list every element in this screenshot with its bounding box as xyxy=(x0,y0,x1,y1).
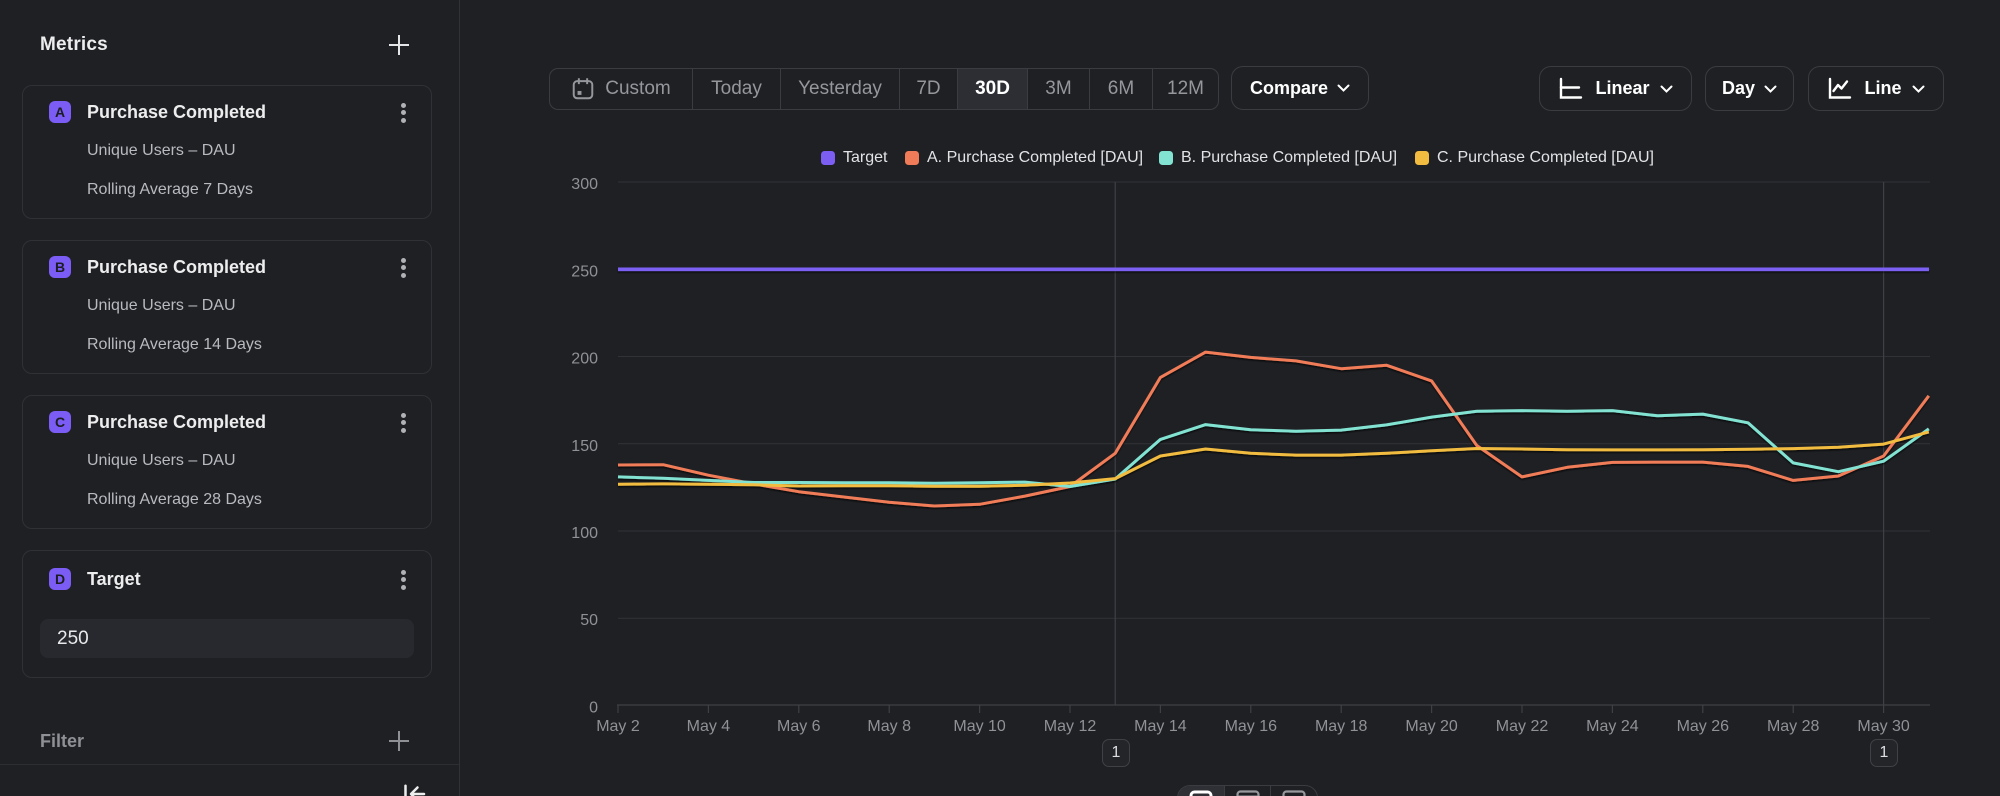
svg-text:150: 150 xyxy=(571,438,598,455)
svg-text:May 12: May 12 xyxy=(1044,718,1097,735)
svg-text:300: 300 xyxy=(571,176,598,193)
svg-text:May 22: May 22 xyxy=(1496,718,1549,735)
svg-text:May 30: May 30 xyxy=(1857,718,1910,735)
svg-text:May 6: May 6 xyxy=(777,718,821,735)
svg-text:100: 100 xyxy=(571,525,598,542)
svg-text:250: 250 xyxy=(571,263,598,280)
svg-text:May 18: May 18 xyxy=(1315,718,1368,735)
svg-text:May 8: May 8 xyxy=(867,718,911,735)
svg-text:200: 200 xyxy=(571,351,598,368)
svg-text:May 4: May 4 xyxy=(687,718,731,735)
svg-text:May 2: May 2 xyxy=(596,718,640,735)
svg-text:May 28: May 28 xyxy=(1767,718,1820,735)
svg-text:May 20: May 20 xyxy=(1405,718,1458,735)
svg-text:May 26: May 26 xyxy=(1677,718,1730,735)
svg-text:May 24: May 24 xyxy=(1586,718,1639,735)
svg-text:50: 50 xyxy=(580,612,598,629)
svg-text:0: 0 xyxy=(589,699,598,716)
svg-text:May 10: May 10 xyxy=(953,718,1006,735)
svg-text:May 14: May 14 xyxy=(1134,718,1187,735)
svg-text:May 16: May 16 xyxy=(1225,718,1278,735)
